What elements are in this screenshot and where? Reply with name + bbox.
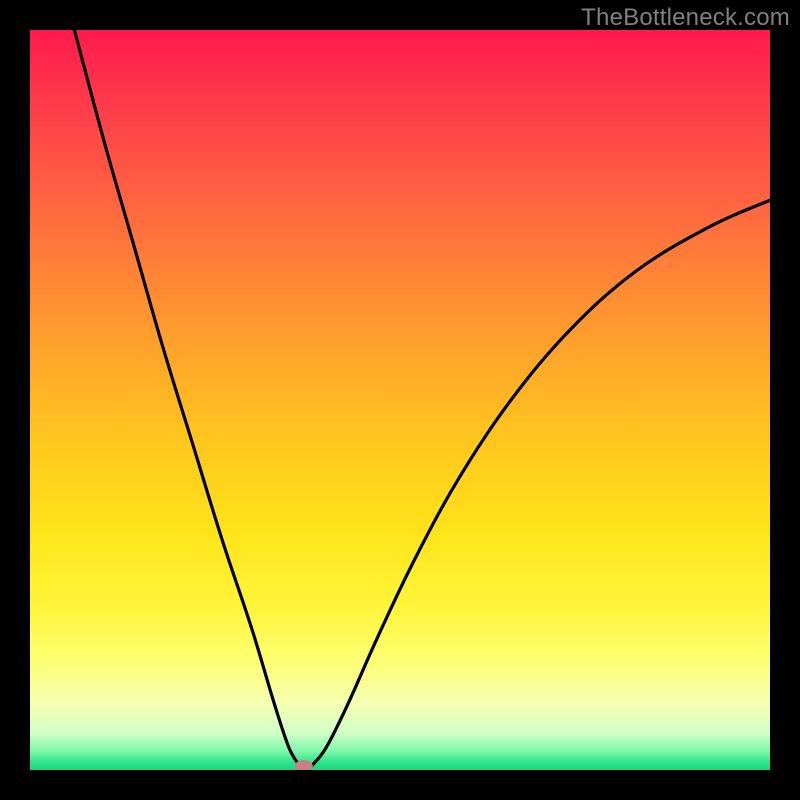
right-branch-line xyxy=(311,200,770,766)
plot-area xyxy=(30,30,770,770)
bottleneck-curve xyxy=(30,30,770,770)
left-branch-line xyxy=(74,30,300,766)
chart-frame: TheBottleneck.com xyxy=(0,0,800,800)
attribution-label: TheBottleneck.com xyxy=(581,4,790,32)
